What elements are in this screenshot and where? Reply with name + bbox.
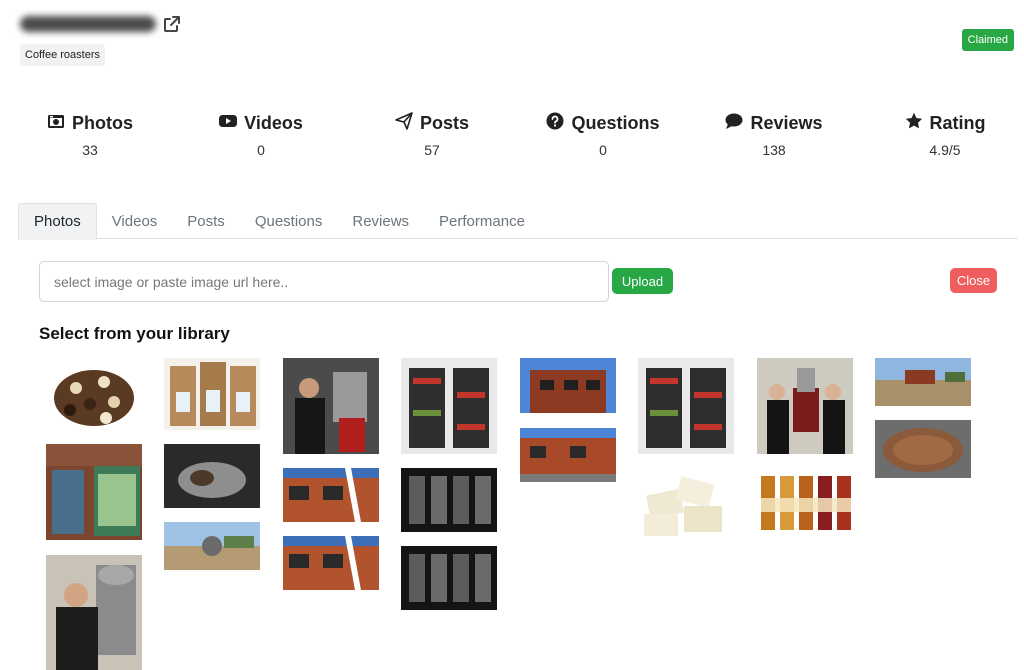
stat-label: Photos: [72, 112, 133, 133]
star-icon: [905, 112, 923, 135]
coffee-bags-photo[interactable]: [164, 358, 260, 430]
stat-value: 0: [599, 142, 607, 158]
stat-label: Questions: [571, 112, 660, 133]
panorama-photo[interactable]: [875, 358, 971, 406]
tab-posts[interactable]: Posts: [172, 203, 240, 239]
close-button[interactable]: Close: [950, 268, 997, 293]
business-name-row: [20, 14, 182, 34]
business-name-redacted: [20, 16, 156, 32]
man-with-roaster-photo[interactable]: [46, 555, 142, 670]
shop-shelves-photo[interactable]: [401, 358, 497, 454]
building-corner-photo[interactable]: [283, 468, 379, 522]
stats-row: Photos 33 Videos 0 Posts 57 Questions 0 …: [0, 110, 1024, 162]
brick-building-photo[interactable]: [520, 358, 616, 413]
stat-reviews: Reviews 138: [689, 110, 859, 158]
shop-shelves-photo[interactable]: [638, 358, 734, 454]
youtube-icon: [219, 112, 238, 135]
building-street-photo[interactable]: [520, 428, 616, 482]
stat-label: Posts: [419, 112, 470, 133]
stat-label: Reviews: [750, 112, 823, 133]
coffee-dispensers-photo[interactable]: [401, 468, 497, 532]
stat-value: 33: [82, 142, 98, 158]
category-tag: Coffee roasters: [20, 44, 106, 66]
coffee-dispensers-photo[interactable]: [401, 546, 497, 610]
syrup-bottles-photo[interactable]: [757, 468, 853, 532]
stat-label: Rating: [929, 112, 986, 133]
tab-performance[interactable]: Performance: [424, 203, 540, 239]
roaster-operator-photo[interactable]: [283, 358, 379, 454]
stat-label: Videos: [244, 112, 303, 133]
tab-bar: Photos Videos Posts Questions Reviews Pe…: [18, 203, 1018, 240]
owners-with-roaster-photo[interactable]: [757, 358, 853, 454]
roasted-beans-photo[interactable]: [875, 420, 971, 478]
nougat-photo[interactable]: [638, 468, 734, 540]
question-circle-icon: [546, 112, 564, 135]
library-title: Select from your library: [39, 324, 230, 343]
tab-questions[interactable]: Questions: [240, 203, 338, 239]
stat-value: 0: [257, 142, 265, 158]
roaster-drum-photo[interactable]: [164, 444, 260, 508]
comment-icon: [725, 112, 743, 135]
stat-videos: Videos 0: [176, 110, 346, 158]
tab-photos[interactable]: Photos: [18, 203, 97, 240]
stat-questions: Questions 0: [518, 110, 688, 158]
coffee-beans-photo[interactable]: [46, 358, 142, 430]
image-url-input[interactable]: [39, 261, 609, 302]
tab-videos[interactable]: Videos: [97, 203, 173, 239]
camera-icon: [47, 112, 65, 135]
paper-plane-icon: [395, 111, 413, 135]
stat-photos: Photos 33: [5, 110, 175, 158]
upload-button[interactable]: Upload: [612, 268, 673, 294]
shopfront-window-photo[interactable]: [46, 444, 142, 540]
stat-rating: Rating 4.9/5: [860, 110, 1024, 158]
stat-value: 4.9/5: [929, 142, 961, 158]
stat-value: 138: [762, 142, 786, 158]
tab-reviews[interactable]: Reviews: [337, 203, 424, 239]
business-header: Coffee roasters: [20, 14, 182, 66]
external-link-icon[interactable]: [162, 14, 182, 34]
stat-posts: Posts 57: [347, 110, 517, 158]
building-corner-photo[interactable]: [283, 536, 379, 590]
stat-value: 57: [424, 142, 440, 158]
panorama-yard-photo[interactable]: [164, 522, 260, 570]
claimed-badge: Claimed: [961, 29, 1014, 51]
